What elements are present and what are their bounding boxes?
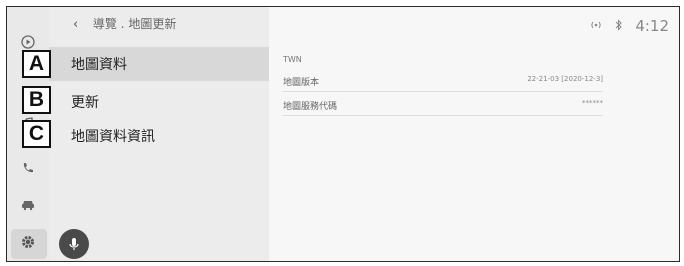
breadcrumb-current: 地圖更新: [128, 17, 177, 31]
menu-item-label: 地圖資料資訊: [71, 129, 155, 145]
menu-item-map-data[interactable]: 地圖資料: [49, 47, 269, 81]
detail-row-value: ******: [582, 99, 603, 107]
car-icon[interactable]: [19, 197, 37, 215]
status-bar: 4:12: [589, 17, 669, 35]
menu-item-label: 更新: [71, 95, 99, 111]
callout-label-c: C: [22, 120, 51, 148]
bluetooth-icon: [615, 18, 623, 34]
callout-label-b: B: [22, 86, 51, 114]
breadcrumb: ‹ 導覽 . 地圖更新: [73, 15, 176, 32]
chevron-left-icon[interactable]: ‹: [73, 17, 89, 32]
wireless-signal-icon: [589, 20, 603, 33]
breadcrumb-separator: .: [120, 17, 125, 31]
detail-panel: 4:12 TWN 地圖版本 22-21-03 [2020-12-3] 地圖服務代…: [269, 7, 679, 261]
callout-label-a: A: [22, 50, 51, 78]
menu-item-map-data-info[interactable]: 地圖資料資訊: [49, 119, 269, 153]
menu-item-label: 地圖資料: [71, 57, 127, 73]
clock: 4:12: [635, 17, 669, 35]
detail-row-map-version: 地圖版本 22-21-03 [2020-12-3]: [283, 71, 603, 92]
menu-item-update[interactable]: 更新: [49, 85, 269, 119]
microphone-icon[interactable]: [59, 229, 89, 259]
region-code: TWN: [283, 55, 302, 64]
detail-row-label: 地圖服務代碼: [283, 102, 338, 112]
breadcrumb-parent[interactable]: 導覽: [93, 17, 117, 31]
detail-row-value: 22-21-03 [2020-12-3]: [527, 75, 603, 83]
detail-row-label: 地圖版本: [283, 78, 320, 88]
gear-icon[interactable]: [19, 235, 37, 253]
detail-row-service-code: 地圖服務代碼 ******: [283, 95, 603, 116]
menu-panel: ‹ 導覽 . 地圖更新 地圖資料 更新 地圖資料資訊: [49, 7, 269, 261]
head-unit-screen: ‹ 導覽 . 地圖更新 地圖資料 更新 地圖資料資訊 4:12 TWN 地圖版本…: [6, 6, 680, 262]
phone-icon[interactable]: [19, 161, 37, 179]
